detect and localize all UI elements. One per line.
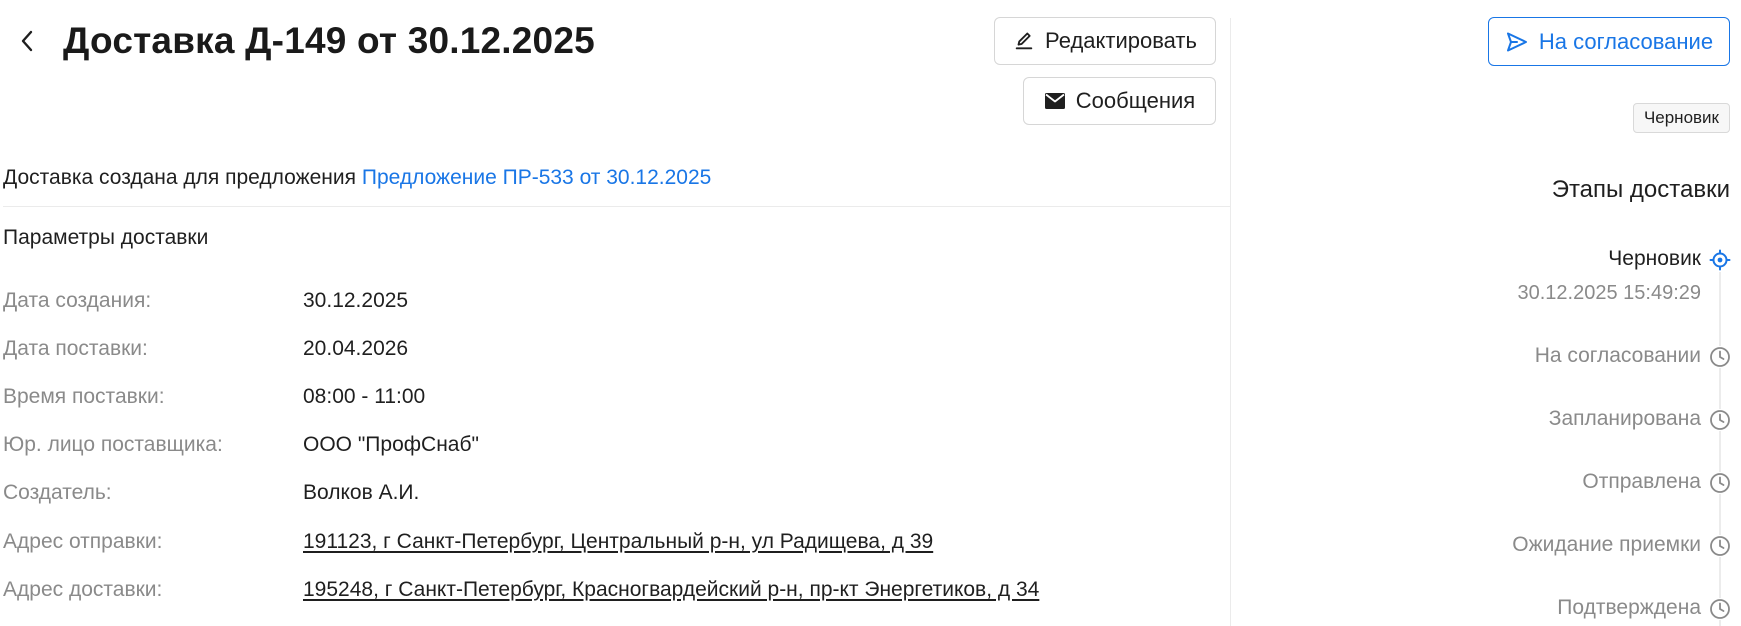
origin-prefix: Доставка создана для предложения [3,166,357,189]
stage-draft-time: 30.12.2025 15:49:29 [1517,282,1701,304]
status-badge: Черновик [1632,103,1730,133]
messages-button[interactable]: Сообщения [1023,77,1216,125]
param-label: Юр. лицо поставщика: [3,433,223,456]
back-button[interactable] [14,26,40,56]
stage-approval: На согласовании [1534,344,1701,367]
delivery-details-pane: Доставка Д-149 от 30.12.2025 Редактирова… [0,0,1230,626]
clock-icon [1709,535,1731,557]
timeline-line [1719,272,1721,626]
ship-to-address-link[interactable]: 195248, г Санкт-Петербург, Красногвардей… [303,578,1039,602]
chevron-left-icon [21,30,33,52]
params-section-title: Параметры доставки [3,226,209,249]
origin-line: Доставка создана для предложения Предлож… [3,166,711,190]
param-value: 30.12.2025 [303,289,409,312]
param-row-delivery-date: Дата поставки: 20.04.2026 [3,334,408,364]
pane-divider [1230,18,1231,626]
param-label: Дата поставки: [3,337,148,360]
param-label: Адрес отправки: [3,530,163,553]
pencil-icon [1015,32,1033,50]
param-value: 20.04.2026 [303,337,409,360]
stage-scheduled: Запланирована [1548,407,1701,430]
clock-icon [1709,346,1731,368]
stage-awaiting-acceptance: Ожидание приемки [1512,533,1701,556]
stage-draft: Черновик [1608,247,1701,270]
clock-icon [1709,472,1731,494]
param-label: Время поставки: [3,385,165,408]
clock-icon [1709,409,1731,431]
divider [3,206,1230,207]
stage-sent: Отправлена [1582,470,1701,493]
send-for-approval-button[interactable]: На согласование [1488,17,1730,66]
param-row-created-date: Дата создания: 30.12.2025 [3,286,408,316]
stages-title: Этапы доставки [1551,176,1730,203]
edit-button-label: Редактировать [1045,28,1197,53]
send-icon [1506,32,1527,51]
param-row-ship-to: Адрес доставки: 195248, г Санкт-Петербур… [3,575,1039,605]
send-for-approval-label: На согласование [1538,28,1714,54]
param-row-supplier: Юр. лицо поставщика: ООО "ПрофСнаб" [3,430,479,460]
page-title: Доставка Д-149 от 30.12.2025 [63,20,595,61]
ship-from-address-link[interactable]: 191123, г Санкт-Петербург, Центральный р… [303,530,933,554]
messages-button-label: Сообщения [1075,88,1196,113]
param-value: 08:00 - 11:00 [303,385,426,408]
param-row-ship-from: Адрес отправки: 191123, г Санкт-Петербур… [3,527,933,557]
param-row-delivery-time: Время поставки: 08:00 - 11:00 [3,382,425,412]
param-label: Адрес доставки: [3,578,163,601]
param-label: Создатель: [3,481,112,504]
stage-confirmed: Подтверждена [1557,596,1701,619]
clock-icon [1709,598,1731,620]
param-row-creator: Создатель: Волков А.И. [3,478,419,508]
param-value: Волков А.И. [303,481,420,504]
param-value: ООО "ПрофСнаб" [303,433,479,456]
param-label: Дата создания: [3,289,152,312]
offer-link[interactable]: Предложение ПР-533 от 30.12.2025 [362,166,711,189]
envelope-icon [1044,93,1065,109]
target-icon [1709,249,1731,271]
edit-button[interactable]: Редактировать [994,17,1216,65]
